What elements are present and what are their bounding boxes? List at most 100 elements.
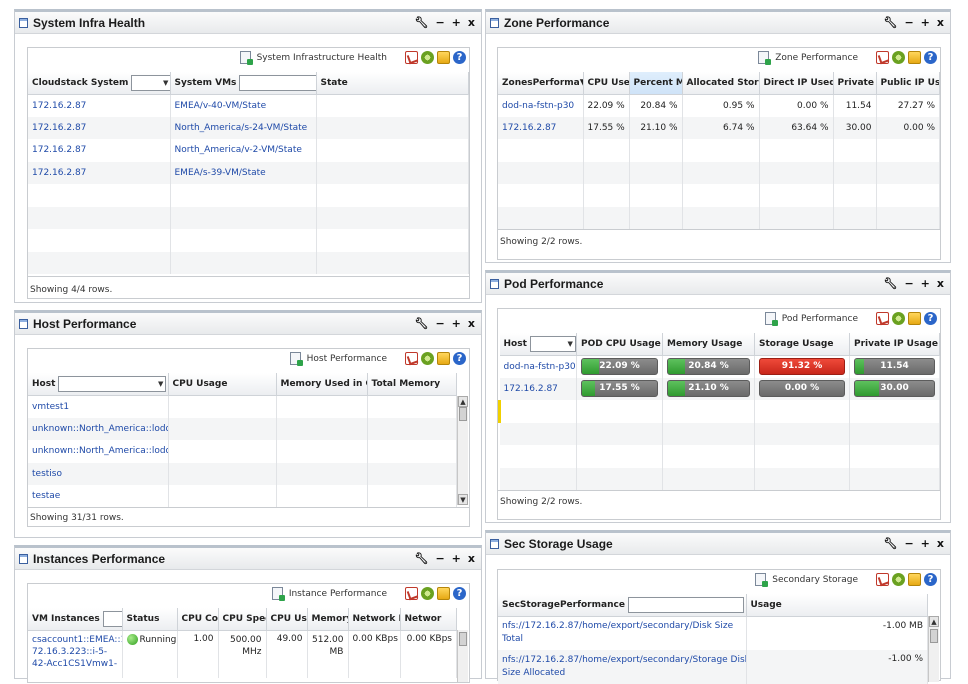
help-icon[interactable]: ? <box>453 587 466 600</box>
column-header-storage-usage[interactable]: Storage Usage <box>754 333 850 356</box>
pdf-export-icon[interactable] <box>405 587 418 600</box>
maximize-button[interactable]: + <box>921 17 930 28</box>
folder-icon[interactable] <box>908 573 921 586</box>
wrench-icon[interactable]: 🔧︎ <box>414 17 428 28</box>
maximize-button[interactable]: + <box>452 318 461 329</box>
folder-icon[interactable] <box>437 352 450 365</box>
report-link-icon[interactable] <box>289 352 303 366</box>
column-header-state[interactable]: State <box>316 72 469 95</box>
column-header-cpu-usage[interactable]: CPU Usage <box>168 373 277 396</box>
column-header-total-memory[interactable]: Total Memory <box>367 373 457 396</box>
column-header-memory-used[interactable]: Memory Used in GB <box>276 373 368 396</box>
refresh-icon[interactable] <box>421 51 434 64</box>
folder-icon[interactable] <box>908 51 921 64</box>
pdf-export-icon[interactable] <box>876 312 889 325</box>
column-header-network-read[interactable]: Network R <box>348 608 401 631</box>
pdf-export-icon[interactable] <box>876 573 889 586</box>
report-link-icon[interactable] <box>755 573 769 587</box>
refresh-icon[interactable] <box>892 312 905 325</box>
toolbar-label[interactable]: System Infrastructure Health <box>257 53 387 63</box>
column-header-status[interactable]: Status <box>122 608 178 631</box>
close-button[interactable]: x <box>937 17 944 28</box>
close-button[interactable]: x <box>468 17 475 28</box>
column-header-system-vms[interactable]: System VMs <box>170 72 317 95</box>
pdf-export-icon[interactable] <box>405 51 418 64</box>
maximize-button[interactable]: + <box>452 17 461 28</box>
folder-icon[interactable] <box>437 51 450 64</box>
column-header-cpu-cores[interactable]: CPU Cor <box>177 608 219 631</box>
column-header-host[interactable]: Host <box>28 373 169 396</box>
wrench-icon[interactable]: 🔧︎ <box>883 17 897 28</box>
host-filter-select[interactable] <box>58 375 167 392</box>
scroll-thumb[interactable] <box>459 632 467 646</box>
column-header-cpu-used[interactable]: CPU Use <box>266 608 308 631</box>
vertical-scrollbar[interactable] <box>457 630 468 682</box>
minimize-button[interactable]: − <box>904 278 913 289</box>
cloudstack-filter-select[interactable] <box>131 74 169 91</box>
portlet-titlebar[interactable]: Host Performance 🔧︎ − + x <box>15 313 481 335</box>
scroll-down-arrow-icon[interactable]: ▼ <box>458 494 468 505</box>
scroll-thumb[interactable] <box>930 629 938 643</box>
help-icon[interactable]: ? <box>924 312 937 325</box>
column-header-cpu-used[interactable]: CPU Usec <box>583 72 630 95</box>
refresh-icon[interactable] <box>421 587 434 600</box>
scroll-up-arrow-icon[interactable]: ▲ <box>929 616 939 627</box>
column-header-direct-ip-used[interactable]: Direct IP Used <box>759 72 834 95</box>
column-header-usage[interactable]: Usage <box>746 594 928 617</box>
report-link-icon[interactable] <box>239 51 253 65</box>
pod-host-filter-select[interactable] <box>529 335 576 352</box>
maximize-button[interactable]: + <box>921 278 930 289</box>
column-header-public-ip-used[interactable]: Public IP Use <box>876 72 940 95</box>
pdf-export-icon[interactable] <box>405 352 418 365</box>
wrench-icon[interactable]: 🔧︎ <box>883 278 897 289</box>
column-header-pod-cpu-usage[interactable]: POD CPU Usage <box>576 333 663 356</box>
column-header-vm-instances[interactable]: VM Instances <box>28 608 123 631</box>
column-header-memory[interactable]: Memory <box>307 608 349 631</box>
column-header-network-write[interactable]: Networ <box>400 608 457 631</box>
wrench-icon[interactable]: 🔧︎ <box>414 553 428 564</box>
minimize-button[interactable]: − <box>435 318 444 329</box>
sec-storage-filter-input[interactable] <box>627 596 744 613</box>
column-header-allocated-storage[interactable]: Allocated Storag <box>682 72 760 95</box>
column-header-percent-memory[interactable]: Percent M <box>629 72 683 95</box>
refresh-icon[interactable] <box>892 573 905 586</box>
vertical-scrollbar[interactable]: ▲ ▼ <box>457 396 468 505</box>
column-header-cpu-speed[interactable]: CPU Spee <box>218 608 267 631</box>
column-header-memory-usage[interactable]: Memory Usage <box>662 333 755 356</box>
close-button[interactable]: x <box>937 278 944 289</box>
scroll-thumb[interactable] <box>459 407 467 421</box>
column-header-private-ip-usage[interactable]: Private IP Usage <box>849 333 940 356</box>
column-header-private[interactable]: Private <box>833 72 877 95</box>
refresh-icon[interactable] <box>421 352 434 365</box>
minimize-button[interactable]: − <box>904 17 913 28</box>
portlet-titlebar[interactable]: Pod Performance 🔧︎ − + x <box>486 273 950 295</box>
toolbar-label[interactable]: Instance Performance <box>289 589 387 599</box>
minimize-button[interactable]: − <box>904 538 913 549</box>
report-link-icon[interactable] <box>271 587 285 601</box>
vertical-scrollbar[interactable]: ▲ <box>928 616 939 682</box>
toolbar-label[interactable]: Host Performance <box>307 354 387 364</box>
close-button[interactable]: x <box>468 318 475 329</box>
pdf-export-icon[interactable] <box>876 51 889 64</box>
portlet-titlebar[interactable]: Sec Storage Usage 🔧︎ − + x <box>486 533 950 555</box>
report-link-icon[interactable] <box>764 312 778 326</box>
minimize-button[interactable]: − <box>435 553 444 564</box>
help-icon[interactable]: ? <box>924 51 937 64</box>
report-link-icon[interactable] <box>758 51 772 65</box>
close-button[interactable]: x <box>937 538 944 549</box>
help-icon[interactable]: ? <box>924 573 937 586</box>
vm-instances-filter-input[interactable] <box>102 610 121 627</box>
maximize-button[interactable]: + <box>452 553 461 564</box>
refresh-icon[interactable] <box>892 51 905 64</box>
portlet-titlebar[interactable]: System Infra Health 🔧︎ − + x <box>15 12 481 34</box>
column-header-cloudstack-system[interactable]: Cloudstack System <box>28 72 171 95</box>
folder-icon[interactable] <box>437 587 450 600</box>
portlet-titlebar[interactable]: Instances Performance 🔧︎ − + x <box>15 548 481 570</box>
portlet-titlebar[interactable]: Zone Performance 🔧︎ − + x <box>486 12 950 34</box>
help-icon[interactable]: ? <box>453 51 466 64</box>
folder-icon[interactable] <box>908 312 921 325</box>
wrench-icon[interactable]: 🔧︎ <box>414 318 428 329</box>
wrench-icon[interactable]: 🔧︎ <box>883 538 897 549</box>
help-icon[interactable]: ? <box>453 352 466 365</box>
minimize-button[interactable]: − <box>435 17 444 28</box>
